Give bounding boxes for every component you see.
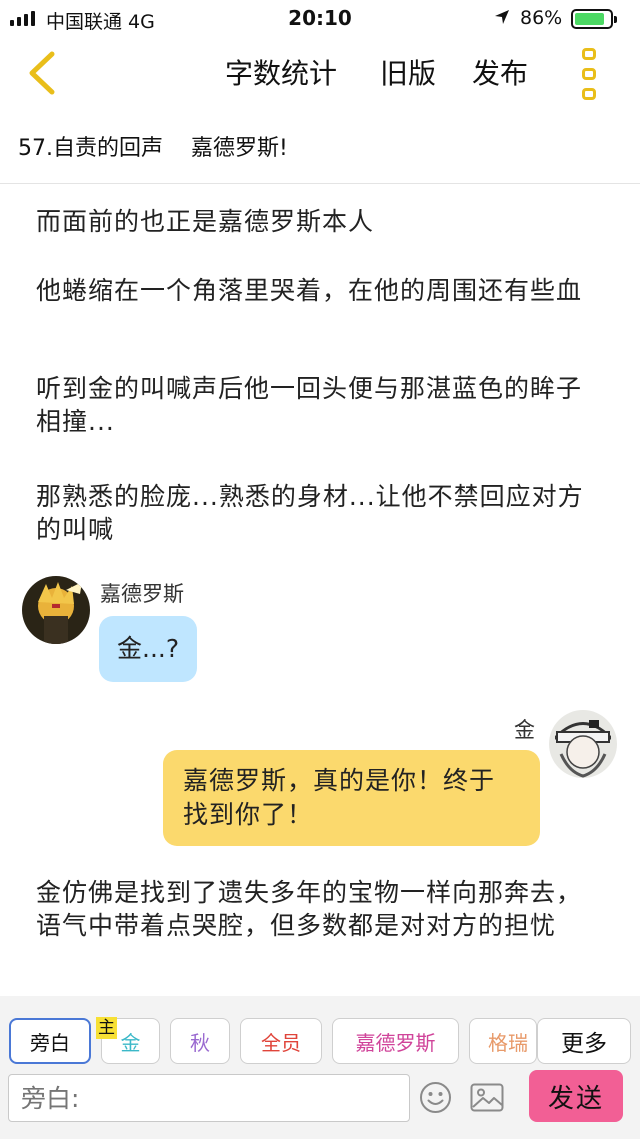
role-chip-label: 全员 — [261, 1030, 301, 1055]
narration-text: 他蜷缩在一个角落里哭着，在他的周围还有些血 — [36, 276, 583, 305]
top-nav: 字数统计 旧版 发布 — [0, 36, 640, 112]
role-chip-grey-partial[interactable]: 格瑞 — [469, 1018, 537, 1064]
role-chip-all[interactable]: 全员 — [240, 1018, 322, 1064]
word-count-button[interactable]: 字数统计 — [225, 52, 337, 92]
publish-button[interactable]: 发布 — [472, 52, 528, 92]
speaker-name: 金 — [514, 718, 535, 742]
send-label: 发送 — [547, 1083, 604, 1114]
role-chip-label: 格瑞 — [488, 1030, 528, 1055]
role-chip-narrator[interactable]: 旁白 — [9, 1018, 91, 1064]
old-version-button[interactable]: 旧版 — [380, 52, 436, 92]
role-chip-label: 秋 — [190, 1030, 210, 1055]
message-input[interactable] — [8, 1074, 410, 1122]
battery-icon — [571, 9, 617, 29]
chat-bubble-right[interactable]: 嘉德罗斯，真的是你！终于找到你了！ — [163, 750, 540, 846]
role-chip-qiu[interactable]: 秋 — [170, 1018, 230, 1064]
divider — [0, 183, 640, 184]
role-chip-label: 旁白 — [30, 1030, 70, 1055]
send-button[interactable]: 发送 — [529, 1070, 623, 1122]
narration-text: 金仿佛是找到了遗失多年的宝物一样向那奔去，语气中带着点哭腔，但多数都是对对方的担… — [36, 878, 583, 940]
more-roles-button[interactable]: 更多 — [537, 1018, 631, 1064]
chapter-title: 57.自责的回声 嘉德罗斯! — [18, 136, 288, 161]
smiley-icon[interactable] — [419, 1081, 452, 1114]
avatar[interactable] — [549, 710, 617, 778]
status-bar: 中国联通 4G 20:10 86% — [0, 0, 640, 36]
main-role-tag: 主 — [96, 1017, 117, 1039]
narration-text: 听到金的叫喊声后他一回头便与那湛蓝色的眸子相撞... — [36, 374, 583, 436]
more-vertical-icon[interactable] — [576, 48, 602, 100]
role-chip-label: 金 — [120, 1030, 141, 1055]
role-chip-grey[interactable]: 嘉德罗斯 — [332, 1018, 459, 1064]
chevron-left-icon[interactable] — [22, 48, 62, 98]
role-chip-jin[interactable]: 主 金 — [96, 1017, 160, 1064]
narration-text: 那熟悉的脸庞...熟悉的身材...让他不禁回应对方的叫喊 — [36, 482, 584, 544]
speaker-name: 嘉德罗斯 — [100, 582, 184, 606]
image-icon[interactable] — [470, 1083, 504, 1112]
battery-percent: 86% — [520, 7, 563, 29]
chat-bubble-left[interactable]: 金...? — [99, 616, 198, 682]
avatar[interactable] — [22, 576, 90, 644]
narration-text: 而面前的也正是嘉德罗斯本人 — [36, 207, 375, 236]
location-arrow-icon — [493, 8, 511, 31]
role-chip-label: 嘉德罗斯 — [355, 1030, 436, 1055]
more-roles-label: 更多 — [561, 1031, 607, 1057]
